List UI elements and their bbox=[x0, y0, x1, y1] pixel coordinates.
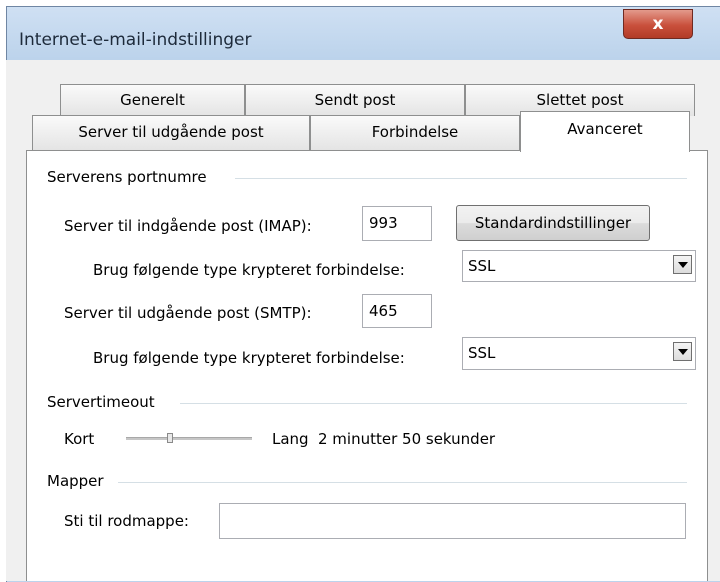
chevron-down-icon[interactable] bbox=[673, 255, 692, 274]
folders-group-label: Mapper bbox=[47, 472, 104, 490]
timeout-value: 2 minutter 50 sekunder bbox=[318, 430, 496, 448]
group-divider bbox=[235, 178, 687, 179]
timeout-group-label: Servertimeout bbox=[47, 393, 155, 411]
tab-sent-items[interactable]: Sendt post bbox=[245, 84, 465, 116]
tab-general[interactable]: Generelt bbox=[60, 84, 245, 116]
tab-label: Slettet post bbox=[536, 91, 624, 109]
close-icon: x bbox=[652, 14, 664, 34]
window-title: Internet-e-mail-indstillinger bbox=[19, 30, 252, 50]
tab-label: Generelt bbox=[120, 91, 185, 109]
imap-port-input[interactable]: 993 bbox=[362, 206, 432, 241]
tab-label: Avanceret bbox=[567, 120, 643, 138]
close-button[interactable]: x bbox=[623, 9, 693, 39]
group-divider bbox=[180, 403, 687, 404]
smtp-encryption-label: Brug følgende type krypteret forbindelse… bbox=[93, 349, 405, 367]
smtp-encryption-select[interactable]: SSL bbox=[462, 337, 696, 370]
tab-label: Forbindelse bbox=[371, 123, 459, 141]
imap-port-value: 993 bbox=[369, 214, 398, 232]
tab-connection[interactable]: Forbindelse bbox=[310, 115, 520, 150]
smtp-port-label: Server til udgående post (SMTP): bbox=[64, 304, 312, 322]
tab-outgoing-server[interactable]: Server til udgående post bbox=[32, 115, 310, 150]
slider-min-label: Kort bbox=[64, 430, 95, 448]
root-folder-label: Sti til rodmappe: bbox=[64, 512, 189, 530]
default-settings-button[interactable]: Standardindstillinger bbox=[456, 205, 650, 241]
ports-group-label: Serverens portnumre bbox=[47, 168, 207, 186]
tab-advanced[interactable]: Avanceret bbox=[520, 111, 690, 152]
slider-max-label: Lang bbox=[272, 430, 309, 448]
smtp-port-value: 465 bbox=[369, 302, 398, 320]
tab-label: Server til udgående post bbox=[78, 123, 264, 141]
group-divider bbox=[118, 482, 687, 483]
smtp-port-input[interactable]: 465 bbox=[362, 294, 432, 328]
imap-encryption-value: SSL bbox=[468, 257, 496, 275]
imap-encryption-label: Brug følgende type krypteret forbindelse… bbox=[93, 261, 405, 279]
imap-port-label: Server til indgående post (IMAP): bbox=[64, 217, 312, 235]
tab-label: Sendt post bbox=[314, 91, 396, 109]
imap-encryption-select[interactable]: SSL bbox=[462, 250, 696, 282]
title-bar[interactable]: Internet-e-mail-indstillinger x bbox=[7, 7, 720, 67]
timeout-slider-thumb[interactable] bbox=[167, 433, 174, 443]
default-settings-label: Standardindstillinger bbox=[474, 214, 632, 232]
root-folder-input[interactable] bbox=[219, 503, 686, 539]
timeout-slider-track[interactable] bbox=[126, 437, 252, 440]
smtp-encryption-value: SSL bbox=[468, 344, 496, 362]
chevron-down-icon[interactable] bbox=[673, 342, 692, 361]
